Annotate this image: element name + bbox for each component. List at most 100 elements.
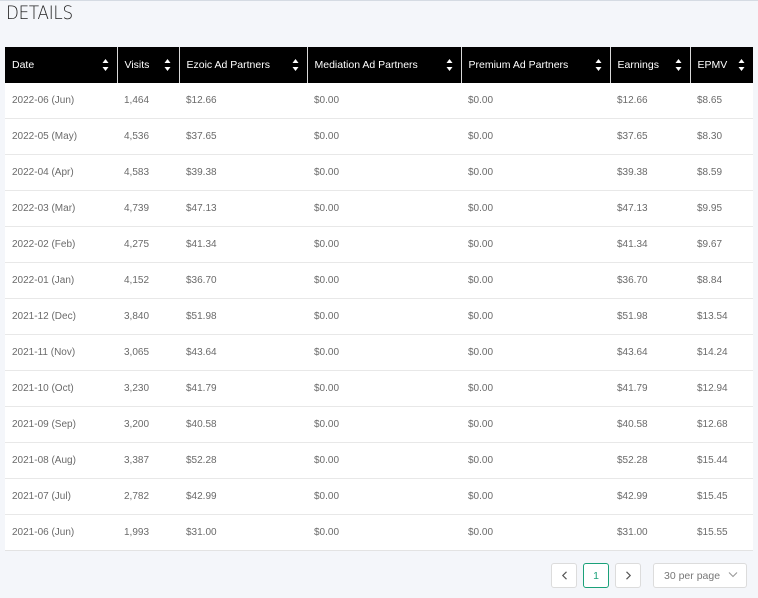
cell-mediation: $0.00: [307, 226, 461, 263]
cell-earnings: $51.98: [610, 298, 690, 335]
cell-visits: 4,152: [117, 262, 179, 299]
cell-premium: $0.00: [461, 442, 610, 479]
table-row: 2021-08 (Aug) 3,387 $52.28 $0.00 $0.00 $52.28…: [5, 442, 753, 479]
sort-toggle-icon[interactable]: [164, 57, 171, 73]
sort-toggle-icon[interactable]: [675, 57, 682, 73]
cell-visits: 3,840: [117, 298, 179, 335]
next-page-button[interactable]: [615, 563, 641, 588]
cell-ezoic: $31.00: [179, 514, 307, 551]
sort-toggle-icon[interactable]: [102, 57, 109, 73]
cell-mediation: $0.00: [307, 298, 461, 335]
cell-ezoic: $47.13: [179, 190, 307, 227]
cell-premium: $0.00: [461, 83, 610, 119]
cell-mediation: $0.00: [307, 334, 461, 371]
cell-epmv: $8.30: [690, 118, 753, 155]
cell-mediation: $0.00: [307, 442, 461, 479]
cell-mediation: $0.00: [307, 262, 461, 299]
cell-premium: $0.00: [461, 154, 610, 191]
cell-ezoic: $41.79: [179, 370, 307, 407]
cell-visits: 3,230: [117, 370, 179, 407]
table-body: 2022-06 (Jun) 1,464 $12.66 $0.00 $0.00 $12.66…: [5, 83, 753, 551]
cell-epmv: $9.95: [690, 190, 753, 227]
sort-toggle-icon[interactable]: [595, 57, 602, 73]
cell-mediation: $0.00: [307, 478, 461, 515]
cell-premium: $0.00: [461, 226, 610, 263]
chevron-left-icon: [561, 571, 567, 580]
cell-premium: $0.00: [461, 262, 610, 299]
page-size-select[interactable]: 30 per page: [653, 563, 747, 588]
column-header-label: Premium Ad Partners: [468, 59, 569, 71]
cell-epmv: $14.24: [690, 334, 753, 371]
cell-mediation: $0.00: [307, 514, 461, 551]
table-row: 2021-10 (Oct) 3,230 $41.79 $0.00 $0.00 $41.79…: [5, 370, 753, 407]
page-number-label: 1: [593, 569, 599, 582]
cell-earnings: $40.58: [610, 406, 690, 443]
cell-ezoic: $42.99: [179, 478, 307, 515]
cell-premium: $0.00: [461, 298, 610, 335]
cell-earnings: $42.99: [610, 478, 690, 515]
cell-date: 2022-03 (Mar): [5, 190, 117, 227]
cell-date: 2022-04 (Apr): [5, 154, 117, 191]
cell-visits: 1,993: [117, 514, 179, 551]
sort-toggle-icon[interactable]: [738, 57, 745, 73]
cell-ezoic: $52.28: [179, 442, 307, 479]
cell-epmv: $8.84: [690, 262, 753, 299]
table-row: 2021-12 (Dec) 3,840 $51.98 $0.00 $0.00 $51.98…: [5, 298, 753, 335]
cell-earnings: $31.00: [610, 514, 690, 551]
cell-visits: 4,536: [117, 118, 179, 155]
cell-epmv: $12.94: [690, 370, 753, 407]
cell-earnings: $41.34: [610, 226, 690, 263]
cell-ezoic: $12.66: [179, 83, 307, 119]
column-header-label: Ezoic Ad Partners: [186, 59, 270, 71]
sort-toggle-icon[interactable]: [292, 57, 299, 73]
cell-earnings: $41.79: [610, 370, 690, 407]
table-row: 2022-04 (Apr) 4,583 $39.38 $0.00 $0.00 $39.38…: [5, 154, 753, 191]
cell-premium: $0.00: [461, 334, 610, 371]
column-header-epmv[interactable]: EPMV: [690, 47, 753, 83]
chevron-down-icon: [728, 572, 738, 578]
cell-date: 2022-01 (Jan): [5, 262, 117, 299]
column-header-date[interactable]: Date: [5, 47, 118, 83]
column-header-label: EPMV: [697, 59, 728, 71]
cell-ezoic: $43.64: [179, 334, 307, 371]
cell-ezoic: $51.98: [179, 298, 307, 335]
cell-ezoic: $36.70: [179, 262, 307, 299]
cell-visits: 3,200: [117, 406, 179, 443]
sort-toggle-icon[interactable]: [446, 57, 453, 73]
cell-premium: $0.00: [461, 406, 610, 443]
column-header-mediation-ad-partners[interactable]: Mediation Ad Partners: [307, 47, 462, 83]
table-row: 2021-06 (Jun) 1,993 $31.00 $0.00 $0.00 $31.00…: [5, 514, 753, 551]
table-row: 2021-11 (Nov) 3,065 $43.64 $0.00 $0.00 $43.64…: [5, 334, 753, 371]
cell-visits: 4,739: [117, 190, 179, 227]
cell-ezoic: $41.34: [179, 226, 307, 263]
cell-date: 2021-12 (Dec): [5, 298, 117, 335]
table-row: 2022-03 (Mar) 4,739 $47.13 $0.00 $0.00 $47.13…: [5, 190, 753, 227]
cell-mediation: $0.00: [307, 83, 461, 119]
section-title: DETAILS: [6, 2, 73, 24]
table-row: 2022-02 (Feb) 4,275 $41.34 $0.00 $0.00 $41.34…: [5, 226, 753, 263]
cell-epmv: $9.67: [690, 226, 753, 263]
column-header-label: Mediation Ad Partners: [314, 59, 418, 71]
details-table-card: Date Visits Ezoic Ad Partners Mediation …: [5, 47, 753, 551]
cell-visits: 4,275: [117, 226, 179, 263]
table-row: 2022-05 (May) 4,536 $37.65 $0.00 $0.00 $37.65…: [5, 118, 753, 155]
column-header-visits[interactable]: Visits: [117, 47, 180, 83]
cell-premium: $0.00: [461, 478, 610, 515]
cell-date: 2022-06 (Jun): [5, 83, 117, 119]
column-header-premium-ad-partners[interactable]: Premium Ad Partners: [461, 47, 611, 83]
cell-mediation: $0.00: [307, 190, 461, 227]
cell-epmv: $15.44: [690, 442, 753, 479]
cell-ezoic: $37.65: [179, 118, 307, 155]
column-header-ezoic-ad-partners[interactable]: Ezoic Ad Partners: [179, 47, 308, 83]
table-row: 2022-01 (Jan) 4,152 $36.70 $0.00 $0.00 $36.70…: [5, 262, 753, 299]
column-header-earnings[interactable]: Earnings: [610, 47, 691, 83]
table-header-row: Date Visits Ezoic Ad Partners Mediation …: [5, 47, 753, 83]
previous-page-button[interactable]: [551, 563, 577, 588]
cell-date: 2021-11 (Nov): [5, 334, 117, 371]
cell-date: 2021-06 (Jun): [5, 514, 117, 551]
cell-visits: 1,464: [117, 83, 179, 119]
table-row: 2021-09 (Sep) 3,200 $40.58 $0.00 $0.00 $40.58…: [5, 406, 753, 443]
cell-earnings: $47.13: [610, 190, 690, 227]
cell-mediation: $0.00: [307, 154, 461, 191]
page-number-button[interactable]: 1: [583, 563, 609, 588]
